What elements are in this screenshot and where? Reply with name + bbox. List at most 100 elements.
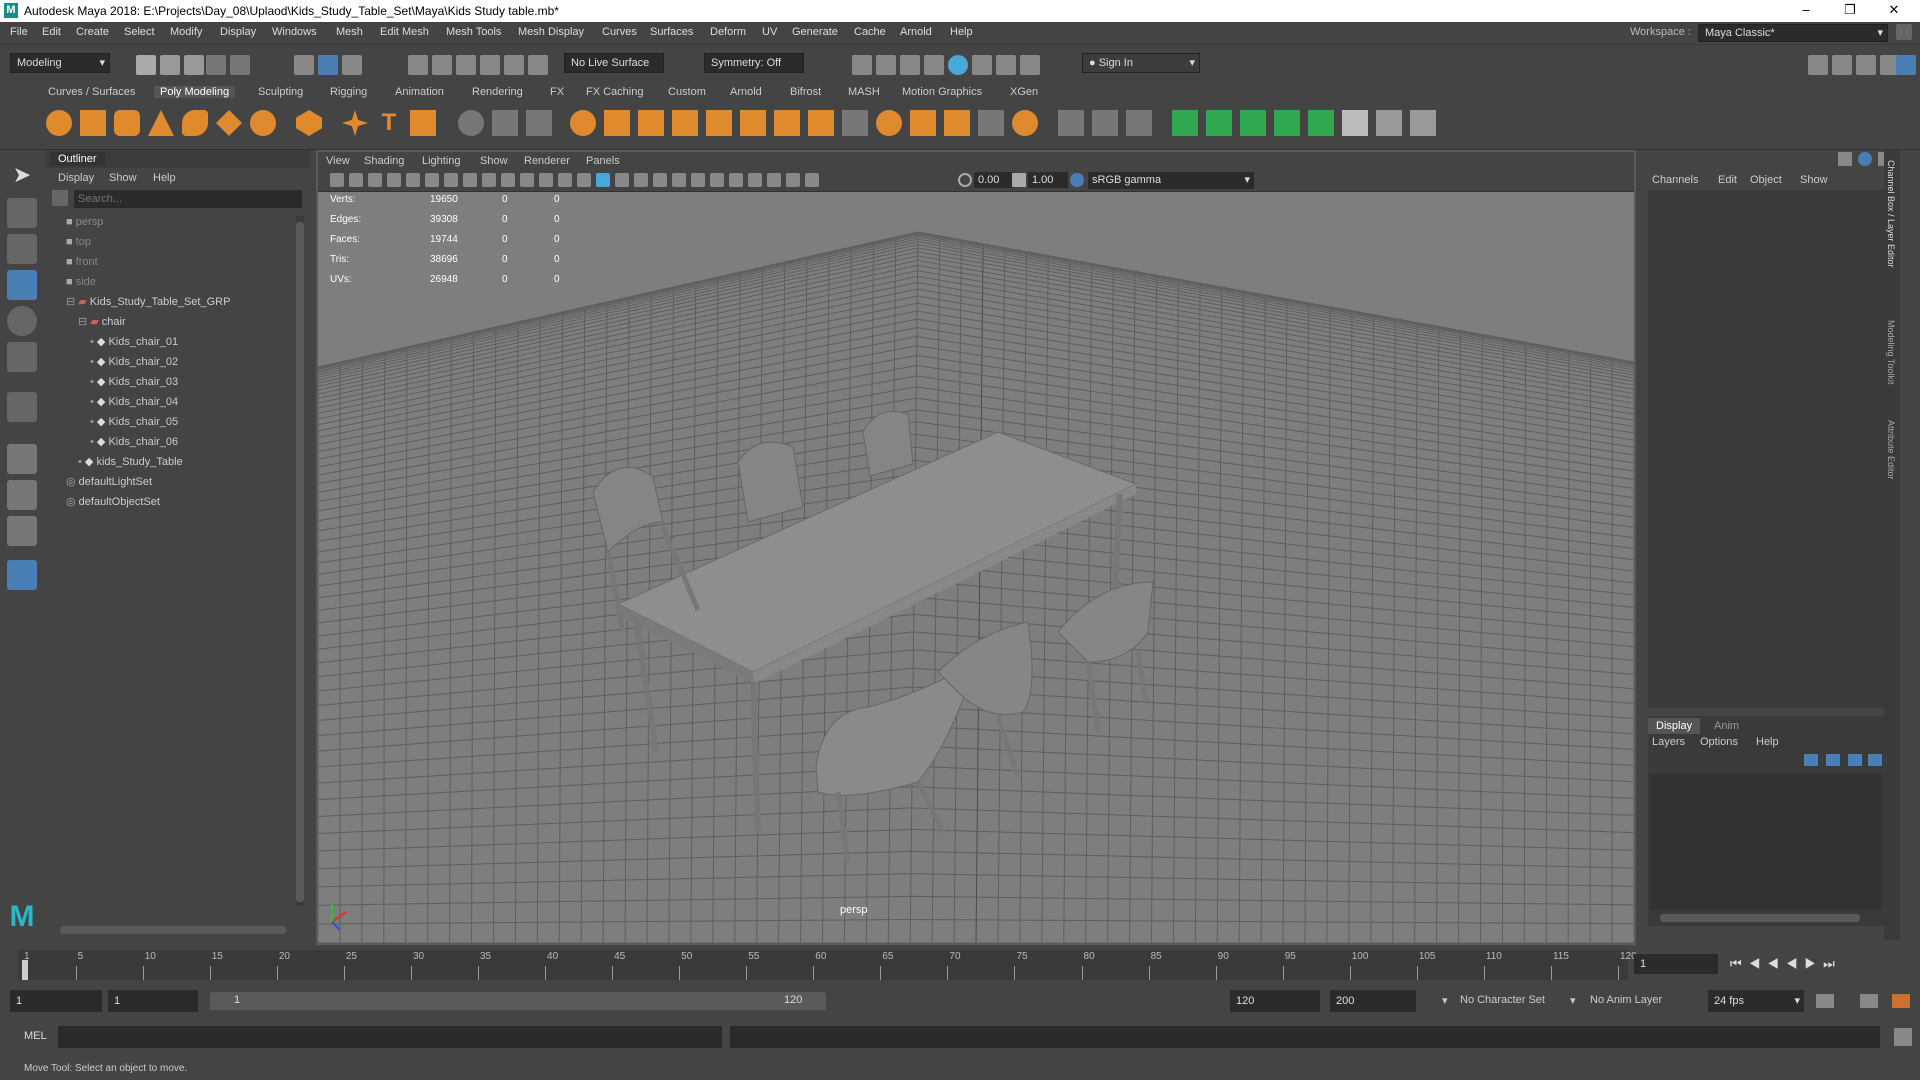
- shelf-tab-mash[interactable]: MASH: [848, 86, 880, 98]
- poke-icon[interactable]: [1012, 110, 1038, 136]
- viewport-menu-show[interactable]: Show: [480, 155, 508, 167]
- fill-hole-icon[interactable]: [876, 110, 902, 136]
- shelf-tab-arnold[interactable]: Arnold: [730, 86, 762, 98]
- tessellate-icon[interactable]: [526, 110, 552, 136]
- menu-edit[interactable]: Edit: [42, 26, 61, 38]
- gamma-field[interactable]: 1.00: [1028, 172, 1068, 188]
- end-time-field[interactable]: 120: [1230, 990, 1320, 1012]
- type-tool-icon[interactable]: T: [376, 110, 402, 136]
- persp-outliner-layout-icon[interactable]: [7, 516, 37, 546]
- expand-icon[interactable]: •: [90, 336, 97, 348]
- undo-icon[interactable]: [206, 55, 226, 75]
- outliner-item-kids-study-table-set-grp[interactable]: ⊟ ▰ Kids_Study_Table_Set_GRP: [66, 292, 230, 312]
- last-tool-icon[interactable]: [7, 392, 37, 422]
- menu-create[interactable]: Create: [76, 26, 109, 38]
- hypershade-icon[interactable]: [924, 55, 944, 75]
- outliner-item-persp[interactable]: ■ persp: [66, 212, 103, 232]
- channels-menu-show[interactable]: Show: [1800, 174, 1828, 186]
- anim-layer-icon[interactable]: ▾: [1570, 994, 1576, 1007]
- insert-edge-loop-icon[interactable]: [1092, 110, 1118, 136]
- cut-uv-icon[interactable]: [1376, 110, 1402, 136]
- poly-disc-icon[interactable]: [250, 110, 276, 136]
- anim-end-field[interactable]: 200: [1330, 990, 1416, 1012]
- shadows-icon[interactable]: [672, 173, 686, 187]
- new-layer-icon[interactable]: [1848, 754, 1862, 766]
- layer-menu-options[interactable]: Options: [1700, 736, 1738, 748]
- camera-attr-icon[interactable]: [349, 173, 363, 187]
- boolean-icon[interactable]: [672, 110, 698, 136]
- ipr-render-icon[interactable]: [876, 55, 896, 75]
- move-tool-icon[interactable]: [7, 270, 37, 300]
- time-ruler[interactable]: 1 5 10 15 20 25 30 35 40 45 50 55 60 65 70 75 80 85 90 95 10…: [18, 950, 1637, 980]
- scene-view[interactable]: [318, 192, 1634, 943]
- cylindrical-map-icon[interactable]: [1206, 110, 1232, 136]
- close-button[interactable]: ✕: [1872, 0, 1916, 22]
- auto-map-icon[interactable]: [1274, 110, 1300, 136]
- ambient-occlusion-icon[interactable]: [691, 173, 705, 187]
- channels-menu-edit[interactable]: Edit: [1718, 174, 1737, 186]
- 2d-pan-icon[interactable]: [406, 173, 420, 187]
- poly-cube-icon[interactable]: [80, 110, 106, 136]
- snap-curve-icon[interactable]: [432, 55, 452, 75]
- anti-alias-icon[interactable]: [729, 173, 743, 187]
- wedge-icon[interactable]: [944, 110, 970, 136]
- quad-draw-icon[interactable]: [492, 110, 518, 136]
- xray-icon[interactable]: [767, 173, 781, 187]
- mirror-icon[interactable]: [706, 110, 732, 136]
- planar-map-icon[interactable]: [1172, 110, 1198, 136]
- shelf-tab-rendering[interactable]: Rendering: [472, 86, 523, 98]
- outliner-menu-help[interactable]: Help: [153, 172, 176, 184]
- open-scene-icon[interactable]: [160, 55, 180, 75]
- anim-layer-dropdown[interactable]: No Anim Layer: [1590, 994, 1662, 1006]
- select-by-component-icon[interactable]: [342, 55, 362, 75]
- channel-box-help-icon[interactable]: [1858, 152, 1872, 166]
- command-input[interactable]: [58, 1026, 722, 1048]
- uv-editor-icon[interactable]: [1308, 110, 1334, 136]
- workspace-dropdown[interactable]: Maya Classic* ▾: [1698, 24, 1888, 42]
- symmetry-dropdown[interactable]: Symmetry: Off: [704, 53, 804, 73]
- xray-joints-icon[interactable]: [786, 173, 800, 187]
- gate-mask-icon[interactable]: [501, 173, 515, 187]
- snap-together-icon[interactable]: [528, 55, 548, 75]
- sew-uv-icon[interactable]: [1410, 110, 1436, 136]
- spherical-map-icon[interactable]: [1240, 110, 1266, 136]
- bookmark-icon[interactable]: [368, 173, 382, 187]
- expand-icon[interactable]: •: [90, 416, 97, 428]
- collapse-icon[interactable]: ⊟: [66, 296, 78, 308]
- combine-icon[interactable]: [570, 110, 596, 136]
- scale-tool-icon[interactable]: [7, 342, 37, 372]
- outliner-item-kids-chair-06[interactable]: • ◆ Kids_chair_06: [90, 432, 178, 452]
- auto-key-icon[interactable]: [1860, 994, 1878, 1008]
- layer-tab-anim[interactable]: Anim: [1714, 720, 1739, 732]
- play-back-icon[interactable]: ◀: [1786, 956, 1805, 971]
- step-back-icon[interactable]: ◀◀: [1749, 956, 1786, 971]
- perspective-viewport[interactable]: View Shading Lighting Show Renderer Pane…: [316, 150, 1636, 945]
- textured-icon[interactable]: [634, 173, 648, 187]
- fps-dropdown[interactable]: 24 fps ▾: [1708, 990, 1804, 1012]
- offset-edge-loop-icon[interactable]: [1126, 110, 1152, 136]
- sign-in-button[interactable]: ● Sign In ▾: [1082, 53, 1200, 73]
- mode-dropdown[interactable]: Modeling ▾: [10, 53, 110, 73]
- outliner-item-kids-chair-01[interactable]: • ◆ Kids_chair_01: [90, 332, 178, 352]
- character-set-dropdown[interactable]: No Character Set: [1460, 994, 1545, 1006]
- side-tab-modeling-toolkit[interactable]: Modeling Toolkit: [1886, 320, 1896, 384]
- shelf-tab-curves-surfaces[interactable]: Curves / Surfaces: [48, 86, 135, 98]
- exposure-field[interactable]: 0.00: [974, 172, 1014, 188]
- select-by-object-icon[interactable]: [318, 55, 338, 75]
- save-scene-icon[interactable]: [184, 55, 204, 75]
- lights-icon[interactable]: [653, 173, 667, 187]
- motion-blur-icon[interactable]: [710, 173, 724, 187]
- menu-windows[interactable]: Windows: [272, 26, 317, 38]
- field-chart-icon[interactable]: [520, 173, 534, 187]
- outliner-item-defaultlightset[interactable]: ◎ defaultLightSet: [66, 472, 152, 492]
- sculpt-tool-icon[interactable]: [458, 110, 484, 136]
- safe-action-icon[interactable]: [539, 173, 553, 187]
- go-to-end-icon[interactable]: ⏭: [1823, 956, 1842, 971]
- viewport-menu-lighting[interactable]: Lighting: [422, 155, 461, 167]
- shelf-tab-custom[interactable]: Custom: [668, 86, 706, 98]
- default-material-icon[interactable]: [615, 173, 629, 187]
- shelf-tab-rigging[interactable]: Rigging: [330, 86, 367, 98]
- shelf-tab-fx[interactable]: FX: [550, 86, 564, 98]
- menu-cache[interactable]: Cache: [854, 26, 886, 38]
- move-layer-up-icon[interactable]: [1804, 754, 1818, 766]
